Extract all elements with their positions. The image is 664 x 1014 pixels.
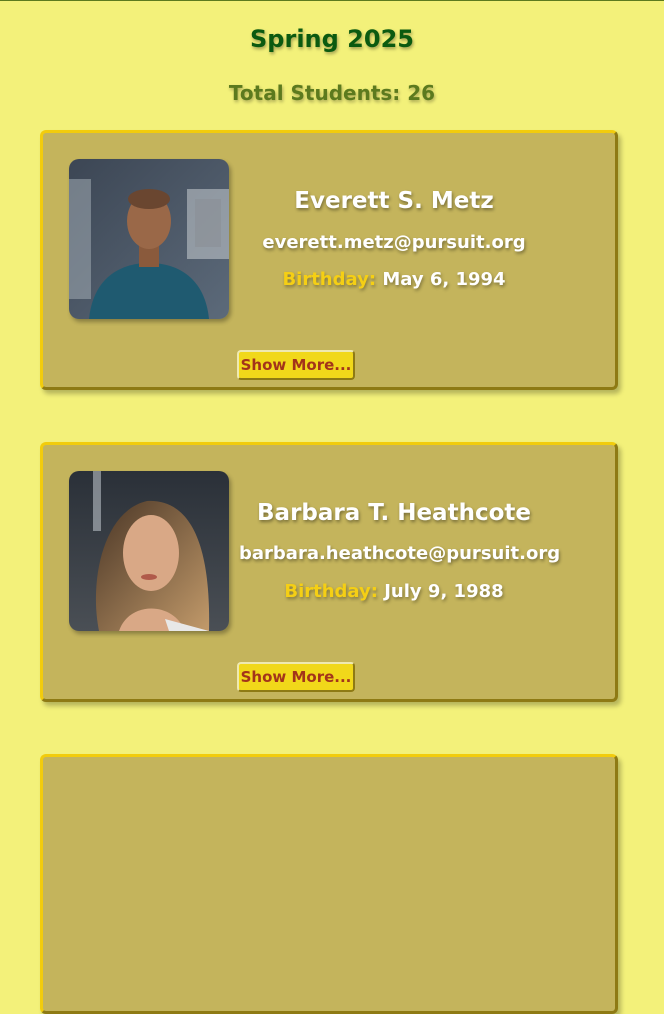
total-students: Total Students: 26	[228, 81, 436, 105]
student-email: everett.metz@pursuit.org	[262, 232, 526, 253]
top-divider	[0, 0, 664, 1]
birthday-label: Birthday:	[284, 581, 378, 602]
student-email: barbara.heathcote@pursuit.org	[239, 543, 561, 564]
show-more-button[interactable]: Show More...	[237, 662, 355, 692]
birthday-label: Birthday:	[282, 269, 377, 290]
show-more-button[interactable]: Show More...	[237, 350, 355, 380]
student-avatar	[69, 471, 229, 631]
student-avatar	[69, 159, 229, 319]
student-birthday: Birthday: May 6, 1994	[239, 269, 549, 290]
student-card: Barbara T. Heathcote barbara.heathcote@p…	[40, 442, 618, 702]
birthday-value: May 6, 1994	[382, 269, 506, 290]
page-title: Spring 2025	[250, 25, 414, 53]
birthday-value: July 9, 1988	[384, 581, 504, 602]
student-name: Everett S. Metz	[294, 188, 494, 214]
student-name: Barbara T. Heathcote	[257, 500, 531, 526]
student-card: Everett S. Metz everett.metz@pursuit.org…	[40, 130, 618, 390]
student-card	[40, 754, 618, 1014]
student-birthday: Birthday: July 9, 1988	[239, 581, 549, 602]
